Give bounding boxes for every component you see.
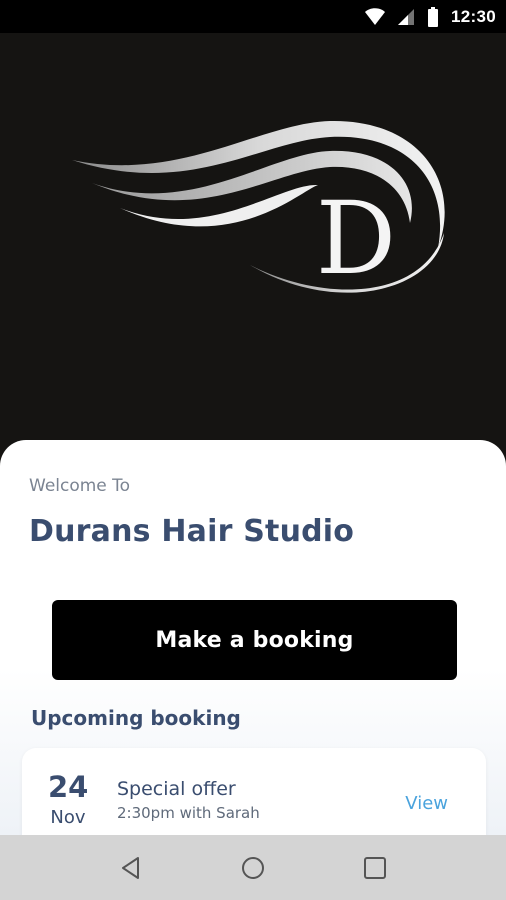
back-icon <box>122 856 139 879</box>
home-icon <box>242 856 264 879</box>
booking-item[interactable]: 24 Nov Special offer 2:30pm with Sarah V… <box>22 748 486 835</box>
logo-letter: D <box>316 180 396 297</box>
welcome-card: Welcome To Durans Hair Studio Make a boo… <box>0 440 506 835</box>
upcoming-booking-heading: Upcoming booking <box>31 706 241 730</box>
signal-icon <box>397 8 415 26</box>
view-booking-link[interactable]: View <box>405 793 448 814</box>
back-button[interactable] <box>111 848 151 888</box>
make-booking-button[interactable]: Make a booking <box>52 600 457 680</box>
recents-icon <box>364 856 386 879</box>
battery-icon <box>427 6 439 27</box>
booking-title: Special offer <box>117 778 236 800</box>
booking-day: 24 <box>48 770 89 804</box>
status-bar: 12:30 <box>0 0 506 33</box>
status-time: 12:30 <box>451 6 496 26</box>
wifi-icon <box>365 7 386 26</box>
recents-button[interactable] <box>355 848 395 888</box>
booking-month: Nov <box>50 807 86 828</box>
navigation-bar <box>0 835 506 900</box>
hero-banner: D <box>0 33 506 473</box>
studio-logo: D <box>72 120 445 297</box>
welcome-label: Welcome To <box>29 476 131 496</box>
business-name: Durans Hair Studio <box>29 514 355 549</box>
booking-detail: 2:30pm with Sarah <box>117 804 260 822</box>
home-button[interactable] <box>233 848 273 888</box>
